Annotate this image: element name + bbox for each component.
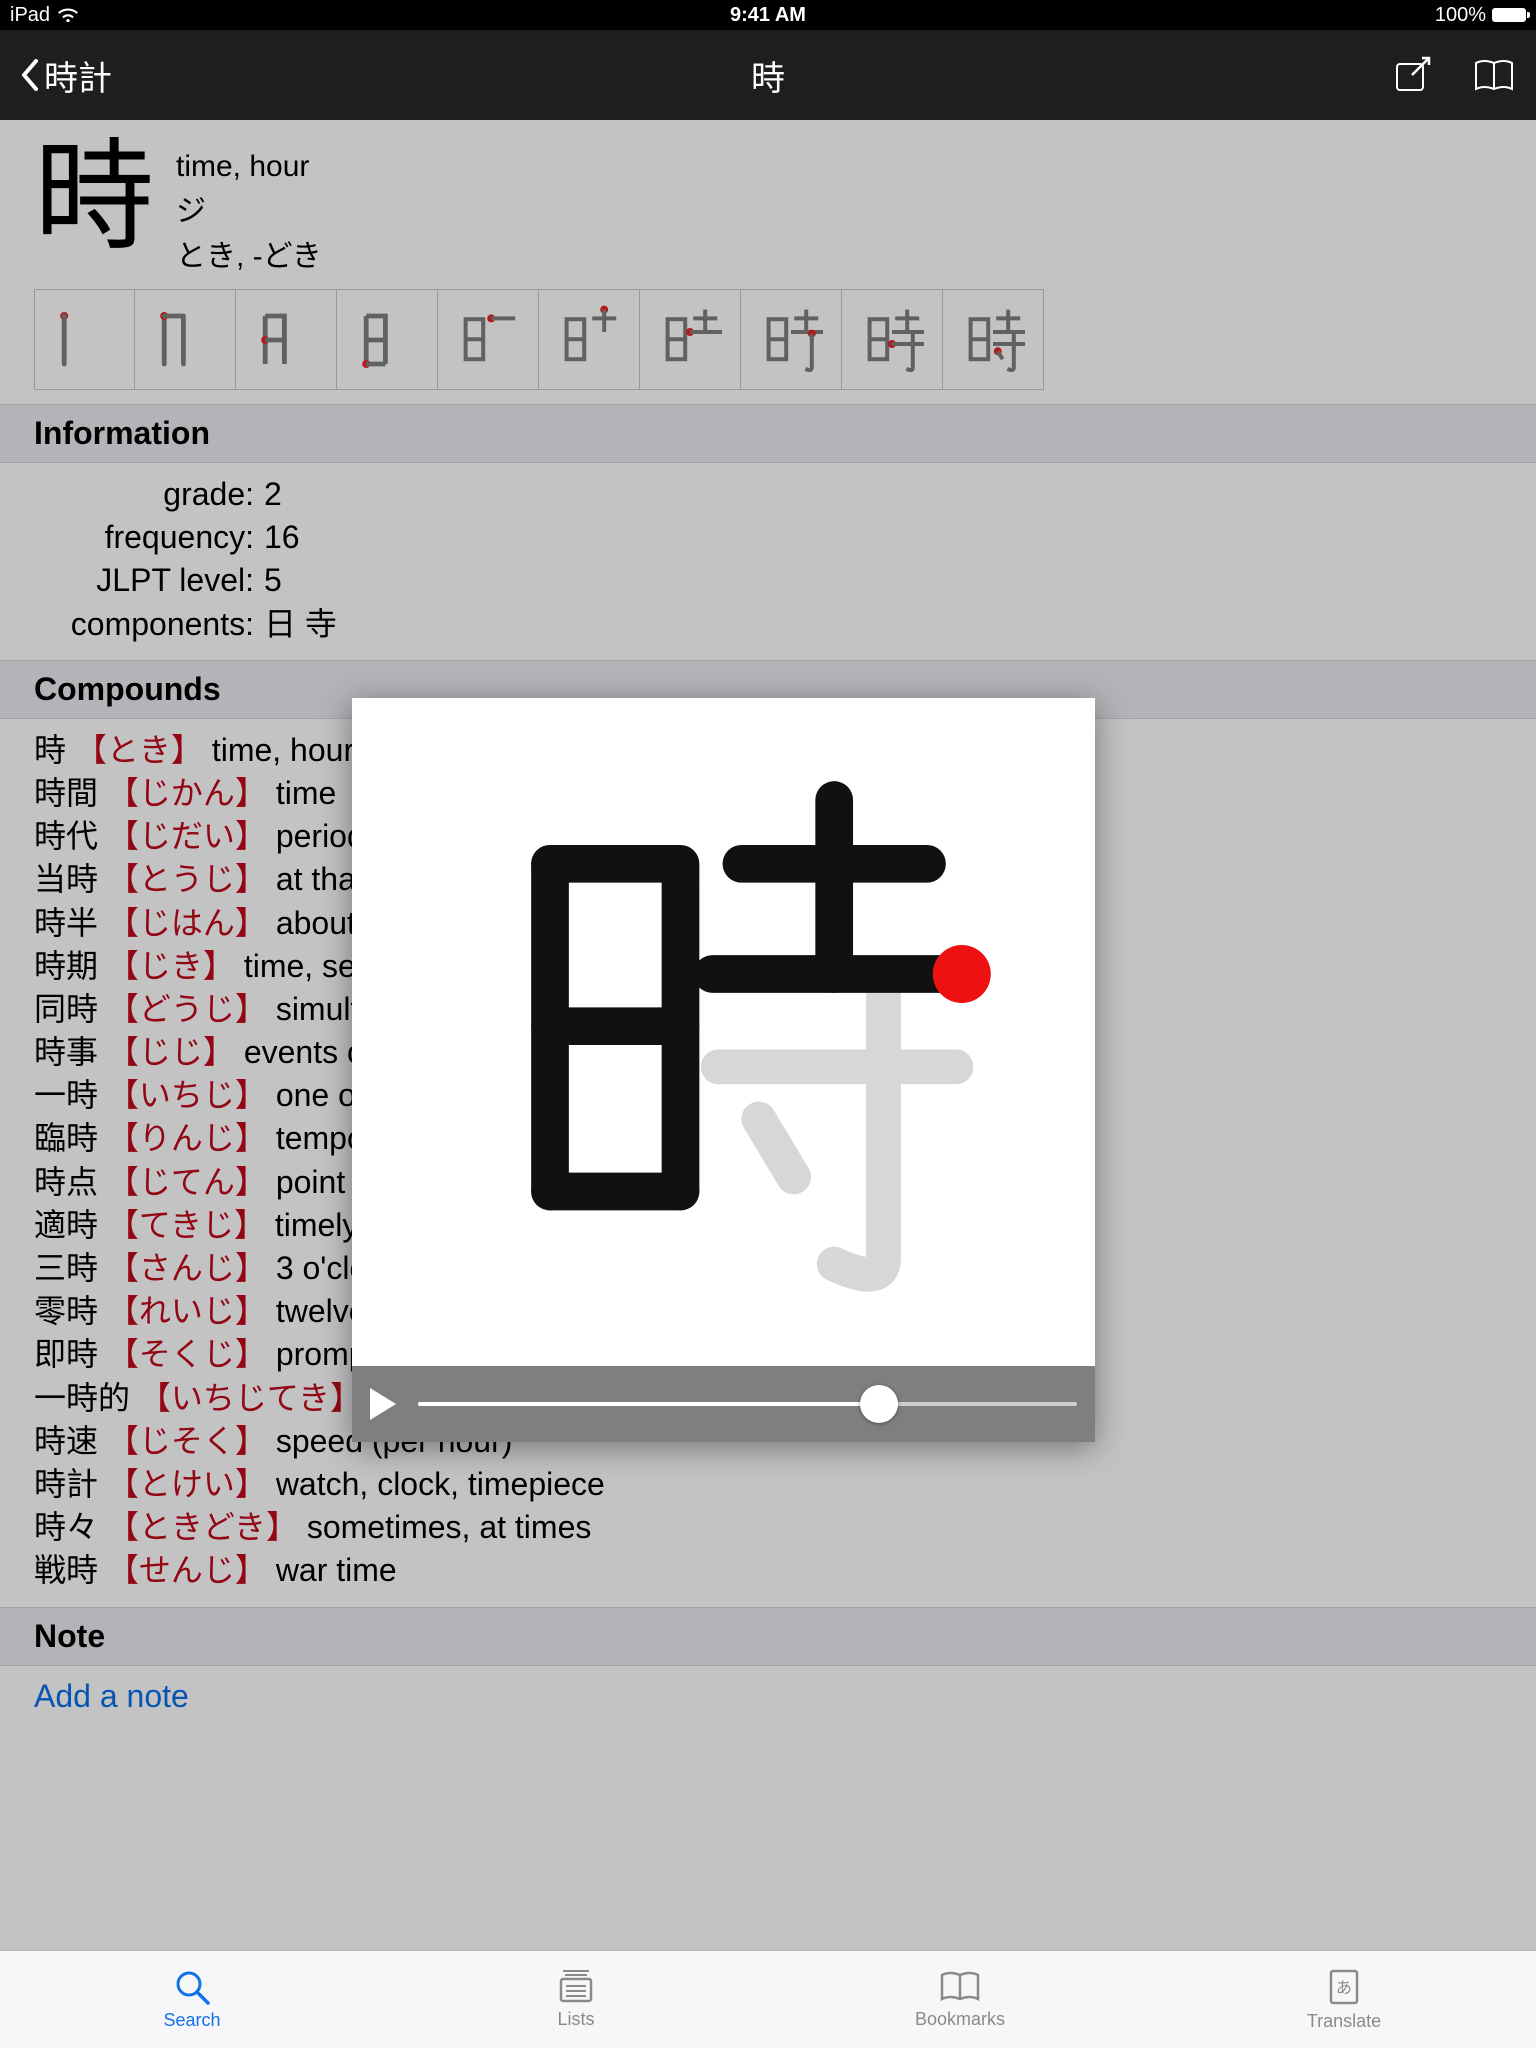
- compose-icon[interactable]: [1392, 55, 1432, 95]
- stroke-animation-popup: [352, 698, 1095, 1442]
- battery-icon: [1492, 8, 1526, 22]
- svg-text:あ: あ: [1336, 1979, 1352, 1997]
- device-label: iPad: [10, 4, 50, 27]
- page-title: 時: [519, 51, 1018, 100]
- nav-bar: 時計 時: [0, 30, 1536, 120]
- bookmarks-icon: [938, 1969, 982, 2005]
- tab-bookmarks[interactable]: Bookmarks: [768, 1951, 1152, 2048]
- tab-lists[interactable]: Lists: [384, 1951, 768, 2048]
- bookmark-open-icon[interactable]: [1472, 55, 1516, 95]
- progress-slider[interactable]: [418, 1402, 1077, 1406]
- battery-pct: 100%: [1435, 4, 1486, 27]
- lists-icon: [556, 1969, 596, 2005]
- status-time: 9:41 AM: [515, 4, 1020, 27]
- tab-bar: Search Lists Bookmarks あ Translate: [0, 1950, 1536, 2048]
- play-button[interactable]: [370, 1388, 396, 1420]
- tab-label: Lists: [557, 2009, 594, 2030]
- translate-icon: あ: [1327, 1967, 1361, 2007]
- search-icon: [173, 1968, 211, 2006]
- status-bar: iPad 9:41 AM 100%: [0, 0, 1536, 30]
- tab-translate[interactable]: あ Translate: [1152, 1951, 1536, 2048]
- back-button[interactable]: 時計: [20, 51, 112, 100]
- tab-label: Search: [163, 2010, 220, 2031]
- playback-controls: [352, 1366, 1095, 1442]
- wifi-icon: [58, 8, 78, 22]
- tab-label: Bookmarks: [915, 2009, 1005, 2030]
- back-label: 時計: [44, 51, 112, 100]
- tab-search[interactable]: Search: [0, 1951, 384, 2048]
- slider-thumb[interactable]: [860, 1385, 898, 1423]
- chevron-left-icon: [20, 57, 40, 93]
- slider-fill: [418, 1402, 879, 1406]
- content-area: 時 time, hour ジ とき, -どき Information grade…: [0, 120, 1536, 1950]
- stroke-canvas[interactable]: [352, 698, 1095, 1366]
- tab-label: Translate: [1307, 2011, 1381, 2032]
